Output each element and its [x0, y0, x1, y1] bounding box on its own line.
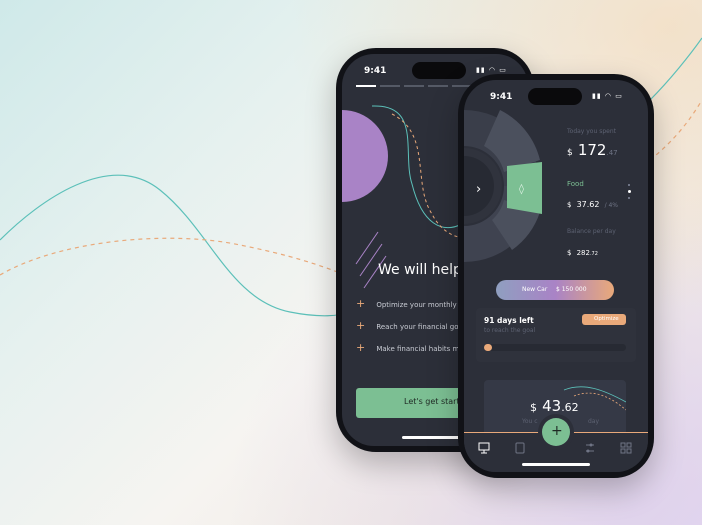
- daily-sub-left: You c: [522, 418, 538, 425]
- goal-progress-fill: [484, 344, 492, 351]
- currency-symbol: $: [530, 401, 537, 414]
- scroll-dots: [628, 184, 631, 199]
- chevron-right-icon[interactable]: ›: [476, 182, 481, 197]
- goal-card: 91 days left to reach the goal Optimize: [476, 308, 636, 362]
- daily-value: $ 43.62: [530, 396, 579, 415]
- tab-documents[interactable]: [514, 439, 526, 454]
- feature-label: Make financial habits mon: [376, 345, 469, 353]
- front-phone: 9:41 ▮▮ ◠ ▭ › ◊ Today you spent $ 172.47…: [458, 74, 654, 478]
- optimize-label: Optimize: [594, 316, 619, 322]
- onboarding-headline: We will help: [378, 262, 462, 278]
- plus-icon: +: [356, 297, 366, 310]
- balance-label: Balance per day: [567, 228, 616, 235]
- plus-icon: +: [551, 423, 563, 439]
- goal-pill[interactable]: New Car $ 150 000: [496, 280, 614, 300]
- feature-label: Optimize your monthly co: [376, 301, 468, 309]
- daily-sub-right: day: [588, 418, 600, 425]
- amount: 43: [542, 397, 562, 415]
- dynamic-island: [412, 62, 466, 79]
- tab-settings[interactable]: [584, 439, 596, 453]
- plus-icon: +: [356, 319, 366, 332]
- days-left: 91 days left: [484, 316, 534, 325]
- amount: 282: [576, 249, 590, 257]
- tab-more[interactable]: [620, 439, 632, 454]
- category-label: Food: [567, 180, 584, 188]
- cents: .72: [589, 251, 598, 257]
- food-segment: [507, 162, 542, 214]
- status-icons: ▮▮ ◠ ▭: [476, 66, 507, 74]
- amount: 172: [577, 141, 607, 159]
- balance-value: $ 282.72: [567, 240, 598, 259]
- status-time: 9:41: [490, 92, 513, 102]
- category-value: $ 37.62 / 4%: [567, 192, 618, 211]
- feature-label: Reach your financial goals: [376, 323, 469, 331]
- grid-icon: [620, 442, 632, 454]
- add-button[interactable]: +: [542, 418, 570, 446]
- goal-progress-track: [484, 344, 626, 351]
- sliders-icon: [586, 443, 594, 453]
- cents: .62: [561, 401, 579, 414]
- monitor-icon: [478, 442, 490, 454]
- plus-icon: +: [356, 341, 366, 354]
- goal-amount: $ 150 000: [556, 286, 587, 293]
- home-indicator: [522, 463, 590, 466]
- optimize-button[interactable]: Optimize: [582, 314, 626, 325]
- feature-item: + Reach your financial goals: [356, 314, 468, 336]
- feature-list: + Optimize your monthly co + Reach your …: [356, 292, 468, 358]
- cents: .47: [606, 149, 618, 157]
- goal-name: New Car: [522, 286, 548, 293]
- tab-dashboard[interactable]: [478, 439, 490, 454]
- today-spent-value: $ 172.47: [567, 140, 618, 159]
- status-icons: ▮▮ ◠ ▭: [592, 92, 623, 100]
- currency-symbol: $: [567, 148, 573, 158]
- days-left-sub: to reach the goal: [484, 327, 536, 334]
- dashboard-screen: 9:41 ▮▮ ◠ ▭ › ◊ Today you spent $ 172.47…: [464, 80, 648, 472]
- get-started-label: Let's get starte: [404, 397, 465, 406]
- amount: 37.62: [576, 200, 600, 209]
- dynamic-island: [528, 88, 582, 105]
- document-icon: [515, 442, 525, 454]
- today-spent-label: Today you spent: [567, 128, 616, 135]
- currency-symbol: $: [567, 201, 572, 209]
- category-share: / 4%: [604, 202, 619, 209]
- feature-item: + Optimize your monthly co: [356, 292, 468, 314]
- currency-symbol: $: [567, 249, 572, 257]
- feature-item: + Make financial habits mon: [356, 336, 468, 358]
- status-time: 9:41: [364, 66, 387, 76]
- food-category-icon: ◊: [519, 184, 524, 195]
